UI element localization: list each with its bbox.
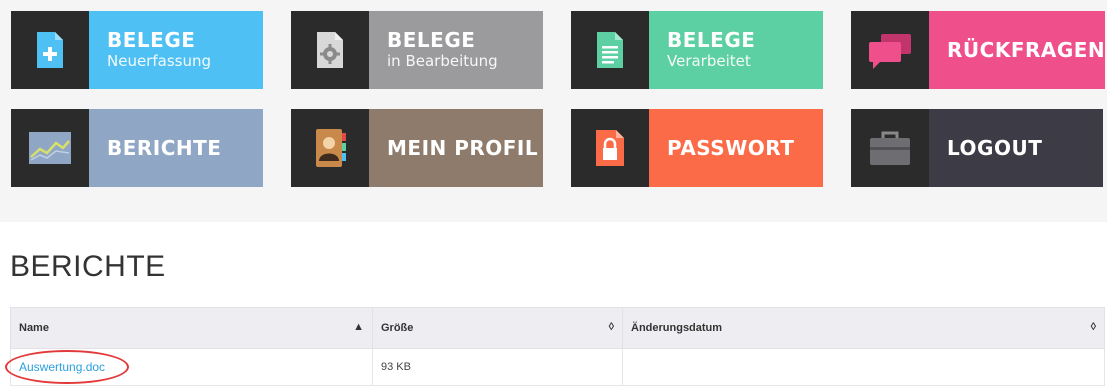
document-lines-icon [571,11,649,89]
tile-title: RÜCKFRAGEN [947,38,1106,62]
address-book-icon [291,109,369,187]
tile-title: BELEGE [387,28,476,52]
file-link[interactable]: Auswertung.doc [19,360,105,374]
tile-title: PASSWORT [667,136,795,160]
tile-belege-verarbeitet[interactable]: BELEGE Verarbeitet [571,11,823,89]
tile-subtitle: in Bearbeitung [387,52,498,70]
tile-title: BERICHTE [107,136,222,160]
table-row: Auswertung.doc 93 KB [10,348,1105,386]
column-header-label: Größe [381,322,414,334]
tile-label-box: BERICHTE [89,109,263,187]
tile-label-box: MEIN PROFIL [369,109,543,187]
tile-subtitle: Verarbeitet [667,52,751,70]
tile-rueckfragen[interactable]: RÜCKFRAGEN [851,11,1106,89]
table-cell-date [622,348,1105,386]
sort-icon[interactable]: ◊ [609,321,614,333]
column-header-label: Änderungsdatum [631,322,723,334]
tile-label-box: BELEGE Verarbeitet [649,11,823,89]
tile-title: BELEGE [107,28,196,52]
tile-belege-neuerfassung[interactable]: BELEGE Neuerfassung [11,11,263,89]
tile-title: BELEGE [667,28,756,52]
document-plus-icon [11,11,89,89]
tile-subtitle: Neuerfassung [107,52,211,70]
tile-label-box: BELEGE Neuerfassung [89,11,263,89]
briefcase-icon [851,109,929,187]
tile-mein-profil[interactable]: MEIN PROFIL [291,109,543,187]
tile-title: LOGOUT [947,136,1043,160]
table-cell-size: 93 KB [372,348,623,386]
tile-label-box: PASSWORT [649,109,823,187]
column-header-date[interactable]: Änderungsdatum ◊ [622,307,1105,349]
page-title: BERICHTE [10,250,166,283]
document-gear-icon [291,11,369,89]
tile-title: MEIN PROFIL [387,136,539,160]
tile-label-box: RÜCKFRAGEN [929,11,1106,89]
tile-label-box: LOGOUT [929,109,1103,187]
column-header-name[interactable]: Name ▲ [10,307,373,349]
tile-passwort[interactable]: PASSWORT [571,109,823,187]
sort-icon[interactable]: ◊ [1091,321,1096,333]
speech-bubbles-icon [851,11,929,89]
tile-label-box: BELEGE in Bearbeitung [369,11,543,89]
tile-berichte[interactable]: BERICHTE [11,109,263,187]
lock-icon [571,109,649,187]
sort-asc-icon[interactable]: ▲ [353,321,364,333]
column-header-label: Name [19,322,49,334]
table-cell-name: Auswertung.doc [10,348,373,386]
reports-table: Name ▲ Größe ◊ Änderungsdatum ◊ Auswertu… [10,307,1105,386]
table-header-row: Name ▲ Größe ◊ Änderungsdatum ◊ [10,307,1105,349]
column-header-size[interactable]: Größe ◊ [372,307,623,349]
chart-icon [11,109,89,187]
tile-logout[interactable]: LOGOUT [851,109,1103,187]
tile-belege-in-bearbeitung[interactable]: BELEGE in Bearbeitung [291,11,543,89]
tile-grid: BELEGE Neuerfassung BELEGE in Bearbeitun… [0,0,1107,222]
